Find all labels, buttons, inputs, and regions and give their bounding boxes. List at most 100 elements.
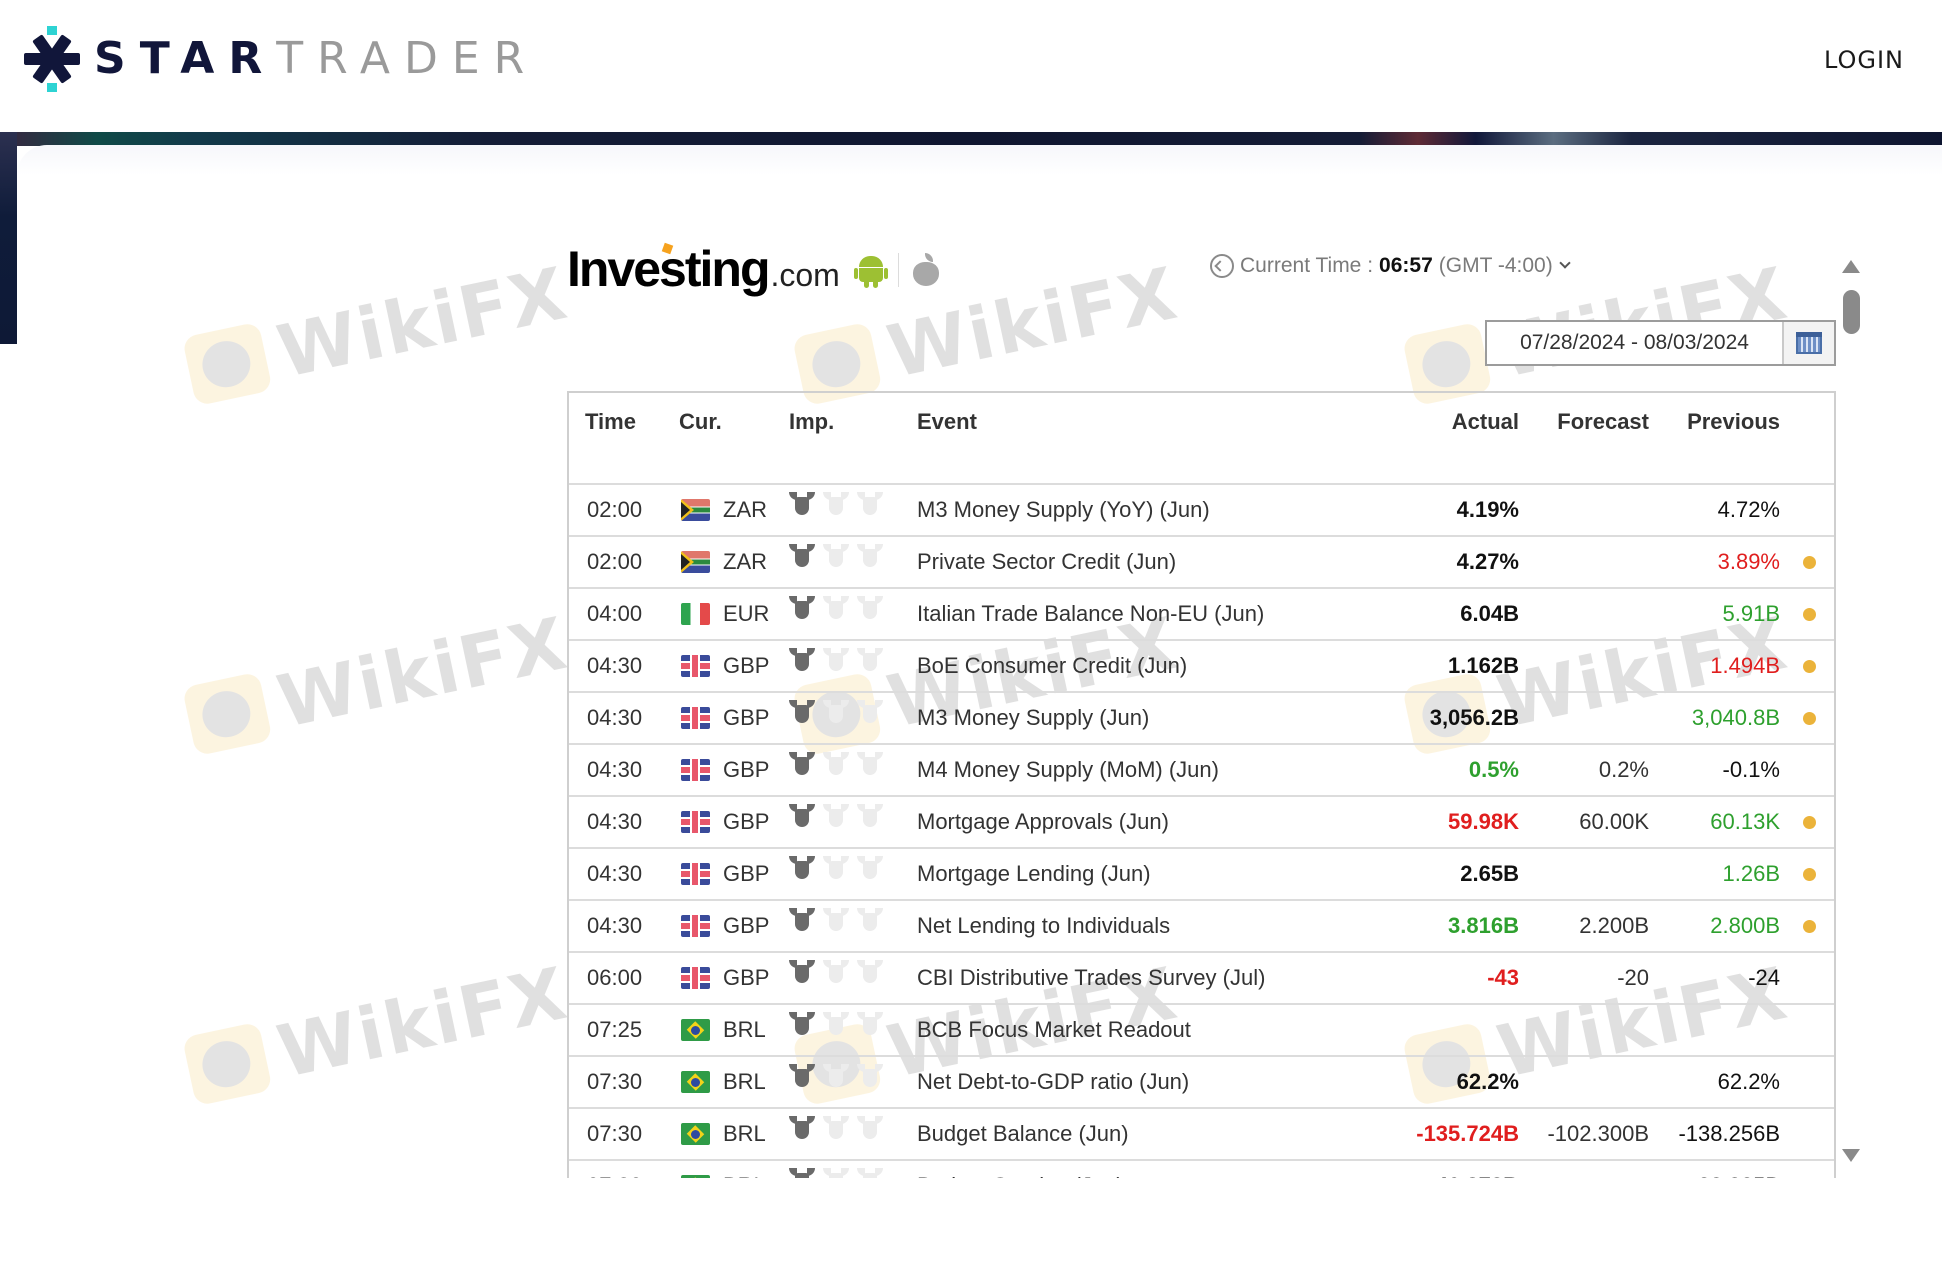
login-link[interactable]: LOGIN bbox=[1824, 46, 1904, 74]
bull-icon bbox=[857, 804, 883, 828]
event-importance bbox=[789, 687, 883, 737]
bull-icon bbox=[789, 648, 815, 672]
scroll-down-arrow-icon[interactable] bbox=[1842, 1149, 1860, 1162]
table-row[interactable]: 04:30 GBP BoE Consumer Credit (Jun) 1.162B 1… bbox=[569, 641, 1834, 693]
event-name[interactable]: Net Debt-to-GDP ratio (Jun) bbox=[917, 1057, 1189, 1107]
currency-flag bbox=[681, 1057, 710, 1107]
bull-icon bbox=[823, 1116, 849, 1140]
event-name[interactable]: Italian Trade Balance Non-EU (Jun) bbox=[917, 589, 1264, 639]
flag-icon bbox=[681, 551, 710, 573]
table-row[interactable]: 02:00 ZAR Private Sector Credit (Jun) 4.27%… bbox=[569, 537, 1834, 589]
bull-icon bbox=[823, 700, 849, 724]
bull-icon bbox=[789, 752, 815, 776]
flag-icon bbox=[681, 967, 710, 989]
bull-icon bbox=[823, 804, 849, 828]
event-forecast: 60.00K bbox=[1579, 809, 1649, 834]
table-row[interactable]: 06:00 GBP CBI Distributive Trades Survey (… bbox=[569, 953, 1834, 1005]
event-time: 07:30 bbox=[587, 1121, 643, 1146]
table-header: Time Cur. Imp. Event Actual Forecast Pre… bbox=[569, 393, 1834, 485]
apple-icon[interactable] bbox=[911, 253, 941, 287]
bull-icon bbox=[823, 1064, 849, 1088]
bull-icon bbox=[789, 804, 815, 828]
event-time: 04:30 bbox=[587, 757, 643, 782]
event-name[interactable]: Private Sector Credit (Jun) bbox=[917, 537, 1176, 587]
table-row[interactable]: 07:25 BRL BCB Focus Market Readout bbox=[569, 1005, 1834, 1057]
table-row[interactable]: 04:30 GBP M4 Money Supply (MoM) (Jun) 0.5% 0… bbox=[569, 745, 1834, 797]
flag-icon bbox=[681, 811, 710, 833]
event-importance bbox=[789, 739, 883, 789]
startrader-logo[interactable]: STARTRADER bbox=[24, 24, 538, 94]
table-row[interactable]: 04:30 GBP Net Lending to Individuals 3.816B… bbox=[569, 901, 1834, 953]
event-name[interactable]: Budget Surplus (Jun) bbox=[917, 1161, 1124, 1179]
event-importance bbox=[789, 635, 883, 685]
event-previous: 3,040.8B bbox=[1691, 705, 1780, 730]
event-currency: GBP bbox=[723, 757, 770, 782]
date-range-input[interactable]: 07/28/2024 - 08/03/2024 bbox=[1487, 322, 1784, 364]
event-currency: ZAR bbox=[723, 497, 767, 522]
bull-icon bbox=[823, 648, 849, 672]
event-actual: 0.5% bbox=[1468, 757, 1519, 782]
table-row[interactable]: 04:00 EUR Italian Trade Balance Non-EU (Ju… bbox=[569, 589, 1834, 641]
event-previous: 1.494B bbox=[1710, 653, 1780, 678]
event-name[interactable]: M3 Money Supply (YoY) (Jun) bbox=[917, 485, 1210, 535]
chevron-down-icon[interactable] bbox=[1559, 257, 1571, 269]
investing-brand-suffix: .com bbox=[770, 257, 840, 293]
bull-icon bbox=[857, 856, 883, 880]
event-name[interactable]: Mortgage Lending (Jun) bbox=[917, 849, 1151, 899]
event-importance bbox=[789, 1103, 883, 1153]
scrollbar-thumb[interactable] bbox=[1843, 290, 1860, 334]
event-name[interactable]: BCB Focus Market Readout bbox=[917, 1005, 1191, 1055]
flag-icon bbox=[681, 915, 710, 937]
bull-icon bbox=[857, 596, 883, 620]
table-row[interactable]: 07:30 BRL Budget Balance (Jun) -135.724B -10… bbox=[569, 1109, 1834, 1161]
table-row[interactable]: 07:30 BRL Budget Surplus (Jun) -40.873B -38.… bbox=[569, 1161, 1834, 1179]
event-currency: GBP bbox=[723, 913, 770, 938]
bull-icon bbox=[789, 856, 815, 880]
event-name[interactable]: M4 Money Supply (MoM) (Jun) bbox=[917, 745, 1219, 795]
event-previous: -138.256B bbox=[1678, 1121, 1780, 1146]
table-row[interactable]: 02:00 ZAR M3 Money Supply (YoY) (Jun) 4.19%… bbox=[569, 485, 1834, 537]
current-time-label: Current Time : bbox=[1240, 254, 1374, 277]
event-importance bbox=[789, 791, 883, 841]
revised-dot-icon bbox=[1803, 815, 1816, 829]
event-time: 07:25 bbox=[587, 1017, 643, 1042]
calendar-button[interactable] bbox=[1784, 322, 1834, 364]
date-range-picker[interactable]: 07/28/2024 - 08/03/2024 bbox=[1485, 320, 1836, 366]
table-row[interactable]: 07:30 BRL Net Debt-to-GDP ratio (Jun) 62.2%… bbox=[569, 1057, 1834, 1109]
currency-flag bbox=[681, 1005, 710, 1055]
event-importance bbox=[789, 479, 883, 529]
event-importance bbox=[789, 895, 883, 945]
bull-icon bbox=[823, 856, 849, 880]
event-previous: 5.91B bbox=[1722, 601, 1781, 626]
event-name[interactable]: Budget Balance (Jun) bbox=[917, 1109, 1129, 1159]
event-name[interactable]: Mortgage Approvals (Jun) bbox=[917, 797, 1169, 847]
event-actual: 4.19% bbox=[1456, 497, 1519, 522]
table-row[interactable]: 04:30 GBP Mortgage Approvals (Jun) 59.98K 60… bbox=[569, 797, 1834, 849]
event-name[interactable]: M3 Money Supply (Jun) bbox=[917, 693, 1149, 743]
header-time: Time bbox=[585, 409, 636, 434]
event-name[interactable]: CBI Distributive Trades Survey (Jul) bbox=[917, 953, 1265, 1003]
event-time: 02:00 bbox=[587, 549, 643, 574]
currency-flag bbox=[681, 797, 710, 847]
event-currency: GBP bbox=[723, 809, 770, 834]
event-previous: -24 bbox=[1748, 965, 1780, 990]
currency-flag bbox=[681, 693, 710, 743]
revised-dot-icon bbox=[1803, 659, 1816, 673]
current-time[interactable]: Current Time : 06:57 (GMT -4:00) bbox=[1210, 254, 1571, 278]
app-links bbox=[854, 252, 941, 288]
scroll-up-arrow-icon[interactable] bbox=[1842, 260, 1860, 273]
event-actual: 1.162B bbox=[1448, 653, 1519, 678]
event-name[interactable]: Net Lending to Individuals bbox=[917, 901, 1170, 951]
investing-logo[interactable]: Investing .com bbox=[567, 240, 840, 298]
event-currency: BRL bbox=[723, 1069, 766, 1094]
event-name[interactable]: BoE Consumer Credit (Jun) bbox=[917, 641, 1187, 691]
timezone-value: (GMT -4:00) bbox=[1438, 254, 1553, 277]
table-row[interactable]: 04:30 GBP M3 Money Supply (Jun) 3,056.2B 3,0… bbox=[569, 693, 1834, 745]
flag-icon bbox=[681, 1071, 710, 1093]
bull-icon bbox=[823, 960, 849, 984]
event-importance bbox=[789, 843, 883, 893]
bull-icon bbox=[789, 1012, 815, 1036]
android-icon[interactable] bbox=[854, 252, 888, 288]
table-row[interactable]: 04:30 GBP Mortgage Lending (Jun) 2.65B 1.26B bbox=[569, 849, 1834, 901]
bull-icon bbox=[823, 492, 849, 516]
